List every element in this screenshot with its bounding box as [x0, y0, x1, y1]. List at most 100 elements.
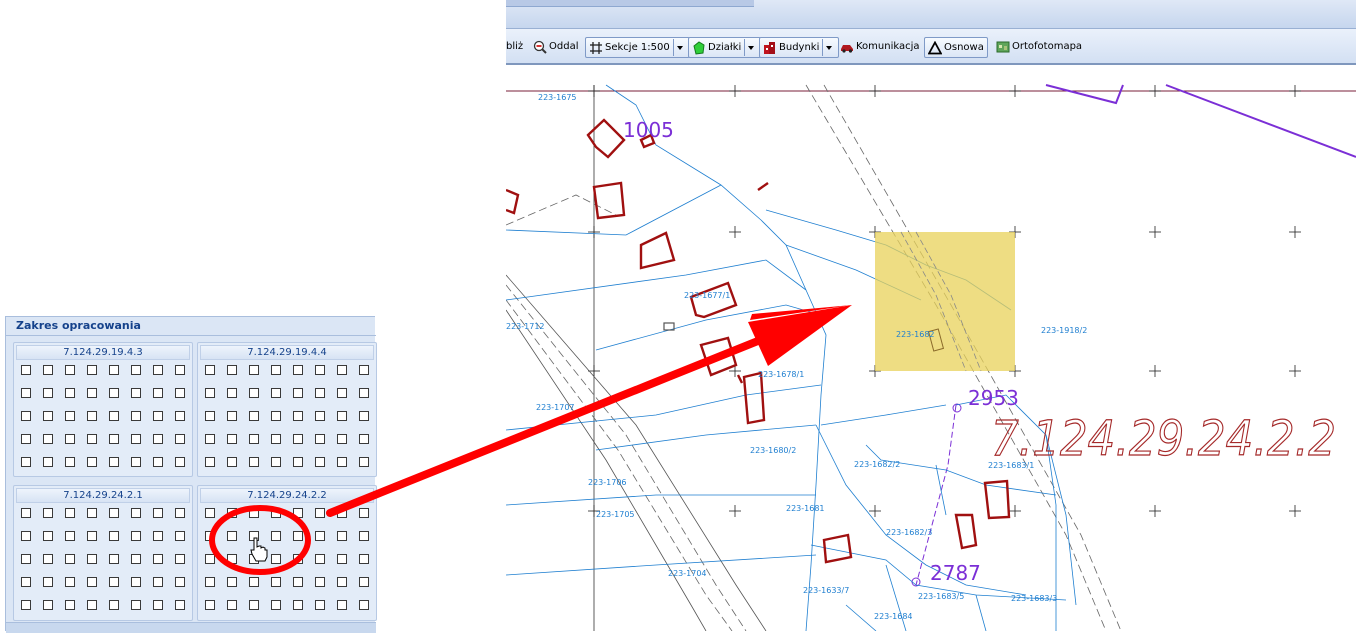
sheet-cell[interactable] [153, 554, 163, 564]
sheet-cell[interactable] [271, 577, 281, 587]
sheet-cell[interactable] [249, 365, 259, 375]
sheet-cell[interactable] [175, 434, 185, 444]
parcels-dropdown-arrow[interactable] [744, 39, 757, 56]
sheet-cell[interactable] [359, 388, 369, 398]
sheet-cell[interactable] [205, 365, 215, 375]
sheet-cell[interactable] [175, 411, 185, 421]
sheet-cell[interactable] [65, 600, 75, 610]
sheet-cell[interactable] [227, 577, 237, 587]
sheet-cell[interactable] [109, 434, 119, 444]
sheet-cell[interactable] [249, 577, 259, 587]
sheet-cell[interactable] [271, 531, 281, 541]
sheet-cell[interactable] [109, 365, 119, 375]
sheet-cell[interactable] [337, 388, 347, 398]
sheet-cell[interactable] [175, 531, 185, 541]
sheet-cell[interactable] [359, 457, 369, 467]
section-block[interactable]: 7.124.29.24.2.1 [13, 485, 193, 621]
sheet-cell[interactable] [337, 434, 347, 444]
sheet-cell[interactable] [131, 554, 141, 564]
sheet-cell[interactable] [293, 600, 303, 610]
sheet-cell[interactable] [227, 508, 237, 518]
sheet-cell[interactable] [43, 457, 53, 467]
sheet-cell[interactable] [65, 554, 75, 564]
sheet-cell[interactable] [153, 600, 163, 610]
sheet-cell[interactable] [65, 388, 75, 398]
sheet-cell[interactable] [271, 554, 281, 564]
sheet-cell[interactable] [65, 508, 75, 518]
sheet-cell[interactable] [249, 600, 259, 610]
sheet-cell[interactable] [175, 457, 185, 467]
sheet-cell[interactable] [131, 508, 141, 518]
sheet-cell[interactable] [87, 577, 97, 587]
sheet-cell[interactable] [227, 388, 237, 398]
sheet-cell[interactable] [87, 365, 97, 375]
sheet-cell[interactable] [205, 600, 215, 610]
sheet-cell[interactable] [315, 411, 325, 421]
transport-button[interactable]: Komunikacja [840, 37, 920, 56]
sheet-cell[interactable] [271, 457, 281, 467]
sheet-cell[interactable] [87, 434, 97, 444]
sheet-cell[interactable] [43, 508, 53, 518]
sheet-cell[interactable] [65, 365, 75, 375]
sheet-cell[interactable] [315, 554, 325, 564]
sheet-cell[interactable] [315, 388, 325, 398]
sheet-cell[interactable] [87, 388, 97, 398]
sheet-cell[interactable] [249, 411, 259, 421]
sheet-cell[interactable] [43, 411, 53, 421]
sheet-cell[interactable] [227, 411, 237, 421]
sheet-cell[interactable] [337, 577, 347, 587]
sheet-cell[interactable] [43, 434, 53, 444]
sections-button[interactable]: Sekcje 1:500 [585, 37, 690, 58]
sheet-cell[interactable] [337, 531, 347, 541]
sheet-cell[interactable] [21, 388, 31, 398]
sheet-cell[interactable] [271, 434, 281, 444]
sheet-cell[interactable] [131, 577, 141, 587]
sheet-cell[interactable] [109, 508, 119, 518]
sheet-cell[interactable] [65, 577, 75, 587]
sheet-cell[interactable] [293, 388, 303, 398]
sheet-cell[interactable] [271, 365, 281, 375]
sheet-cell[interactable] [153, 508, 163, 518]
sheet-cell[interactable] [205, 388, 215, 398]
sheet-cell[interactable] [271, 600, 281, 610]
sheet-cell[interactable] [315, 531, 325, 541]
sheet-cell[interactable] [337, 457, 347, 467]
sheet-cell[interactable] [175, 365, 185, 375]
sheet-cell[interactable] [65, 457, 75, 467]
sheet-cell[interactable] [131, 531, 141, 541]
sheet-cell[interactable] [153, 457, 163, 467]
sheet-cell[interactable] [227, 554, 237, 564]
sheet-cell[interactable] [109, 531, 119, 541]
sheet-cell[interactable] [315, 434, 325, 444]
sheet-cell[interactable] [205, 457, 215, 467]
sheet-cell[interactable] [153, 388, 163, 398]
sheet-cell[interactable] [21, 508, 31, 518]
sheet-cell[interactable] [21, 577, 31, 587]
buildings-button[interactable]: Budynki [759, 37, 840, 58]
sheet-cell[interactable] [21, 411, 31, 421]
sheet-cell[interactable] [227, 434, 237, 444]
base-control-button[interactable]: Osnowa [924, 37, 988, 58]
sheet-cell[interactable] [21, 365, 31, 375]
sheet-cell[interactable] [205, 554, 215, 564]
sheet-cell[interactable] [337, 365, 347, 375]
sheet-cell[interactable] [21, 531, 31, 541]
sheet-cell[interactable] [65, 411, 75, 421]
sheet-cell[interactable] [109, 457, 119, 467]
sheet-cell[interactable] [43, 554, 53, 564]
sheet-cell[interactable] [65, 434, 75, 444]
sheet-cell[interactable] [337, 508, 347, 518]
sheet-cell[interactable] [293, 554, 303, 564]
sheet-cell[interactable] [43, 365, 53, 375]
sheet-cell[interactable] [175, 600, 185, 610]
sheet-cell[interactable] [175, 554, 185, 564]
sheet-cell[interactable] [109, 577, 119, 587]
sheet-cell[interactable] [227, 600, 237, 610]
parcels-button[interactable]: Działki [688, 37, 762, 58]
sheet-cell[interactable] [21, 457, 31, 467]
sheet-cell[interactable] [293, 508, 303, 518]
sheet-cell[interactable] [359, 577, 369, 587]
sheet-cell[interactable] [21, 600, 31, 610]
zoom-out-button[interactable]: Oddal [533, 37, 578, 56]
sheet-cell[interactable] [337, 411, 347, 421]
